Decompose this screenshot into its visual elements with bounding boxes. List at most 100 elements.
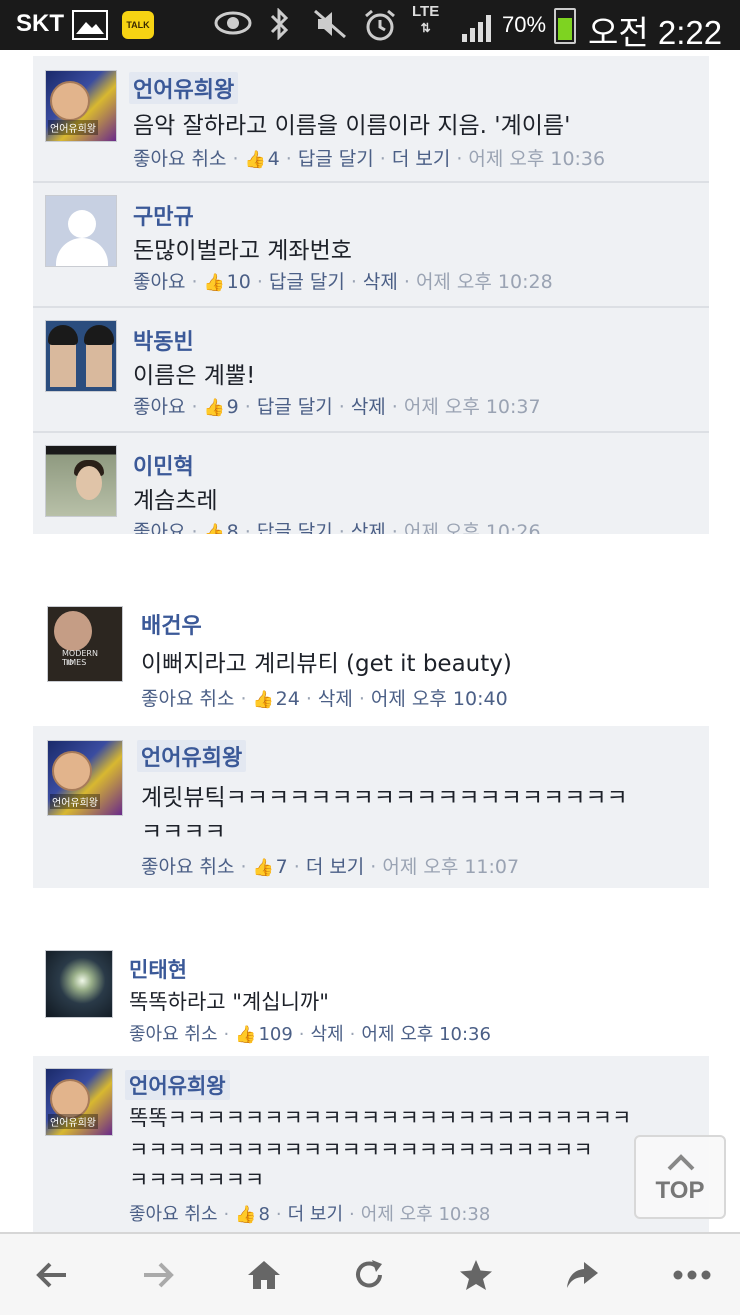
delete-link[interactable]: 삭제 <box>363 271 398 293</box>
network-type-label: LTE ⇅ <box>412 4 439 36</box>
like-link[interactable]: 좋아요 <box>133 396 185 418</box>
commenter-name[interactable]: 언어유희왕 <box>129 72 239 104</box>
carrier-label: SKT <box>16 10 64 37</box>
comment-item: 이민혁 계슴츠레 좋아요 · 👍 8 · 답글 달기 · 삭제 · 어제 오후 10:26 <box>33 433 709 534</box>
delete-link[interactable]: 삭제 <box>351 396 386 418</box>
comment-text-line-3: ㅋㅋㅋㅋㅋㅋㅋ <box>129 1168 265 1192</box>
comment-time: 어제 오후 10:28 <box>415 271 553 293</box>
like-count[interactable]: 24 <box>276 688 300 710</box>
comment-meta: 좋아요 취소 · 👍 7 · 더 보기 · 어제 오후 11:07 <box>141 856 520 878</box>
comment-meta: 좋아요 · 👍 10 · 답글 달기 · 삭제 · 어제 오후 10:28 <box>133 271 553 293</box>
data-arrows-icon: ⇅ <box>420 21 431 35</box>
unlike-link[interactable]: 좋아요 취소 <box>141 688 234 710</box>
comment-meta: 좋아요 · 👍 8 · 답글 달기 · 삭제 · 어제 오후 10:26 <box>133 517 541 534</box>
comment-item: 구만규 돈많이벌라고 계좌번호 좋아요 · 👍 10 · 답글 달기 · 삭제 · 어제 오후 1… <box>33 183 709 308</box>
more-link[interactable]: 더 보기 <box>306 856 364 878</box>
comment-text-line-1: 똑똑ㅋㅋㅋㅋㅋㅋㅋㅋㅋㅋㅋㅋㅋㅋㅋㅋㅋㅋㅋㅋㅋㅋㅋㅋ <box>129 1106 632 1130</box>
comment-text: 돈많이벌라고 계좌번호 <box>133 238 352 264</box>
like-count[interactable]: 9 <box>227 396 239 418</box>
avatar[interactable] <box>45 950 113 1018</box>
delete-link[interactable]: 삭제 <box>318 688 353 710</box>
bookmark-button[interactable] <box>446 1252 506 1298</box>
commenter-name[interactable]: 구만규 <box>133 199 194 231</box>
star-icon <box>460 1260 492 1290</box>
like-count[interactable]: 8 <box>258 1204 269 1225</box>
thumbs-up-icon: 👍 <box>244 150 266 170</box>
more-button[interactable] <box>658 1252 718 1298</box>
comment-time: 어제 오후 10:37 <box>403 396 541 418</box>
battery-percent: 70% <box>502 12 547 37</box>
commenter-name[interactable]: 민태현 <box>129 954 187 984</box>
home-button[interactable] <box>234 1252 294 1298</box>
comment-text-line-1: 계릿뷰틱ㅋㅋㅋㅋㅋㅋㅋㅋㅋㅋㅋㅋㅋㅋㅋㅋㅋㅋㅋ <box>141 785 628 811</box>
commenter-name[interactable]: 이민혁 <box>133 449 194 481</box>
comment-text-line-2: ㅋㅋㅋㅋㅋㅋㅋㅋㅋㅋㅋㅋㅋㅋㅋㅋㅋㅋㅋㅋㅋㅋㅋㅋ <box>129 1138 593 1162</box>
comment-thread-2: MODERN TIMES IU 배건우 이뻐지라고 계리뷰티 (get it b… <box>33 592 709 724</box>
back-arrow-icon <box>36 1262 66 1288</box>
comment-item: 민태현 똑똑하라고 "계십니까" 좋아요 취소 · 👍 109 · 삭제 · 어제 오후 10… <box>33 940 709 1054</box>
reply-link[interactable]: 답글 달기 <box>257 521 333 534</box>
avatar[interactable]: 언어유희왕 <box>47 740 123 816</box>
thumbs-up-icon: 👍 <box>235 1205 257 1225</box>
comment-meta: 좋아요 취소 · 👍 8 · 더 보기 · 어제 오후 10:38 <box>129 1204 491 1225</box>
comment-text: 이뻐지라고 계리뷰티 (get it beauty) <box>141 651 512 677</box>
commenter-name[interactable]: 언어유희왕 <box>125 1070 230 1100</box>
unlike-link[interactable]: 좋아요 취소 <box>129 1024 218 1045</box>
comment-time: 어제 오후 10:26 <box>403 521 541 534</box>
signal-icon <box>460 12 496 42</box>
comment-time: 어제 오후 10:36 <box>468 148 606 170</box>
like-count[interactable]: 8 <box>227 521 239 534</box>
forward-button[interactable] <box>128 1252 188 1298</box>
gallery-icon <box>72 10 108 40</box>
avatar[interactable] <box>45 320 117 392</box>
unlike-link[interactable]: 좋아요 취소 <box>129 1204 218 1225</box>
like-link[interactable]: 좋아요 <box>133 271 185 293</box>
avatar[interactable]: 언어유희왕 <box>45 1068 113 1136</box>
comment-item: MODERN TIMES IU 배건우 이뻐지라고 계리뷰티 (get it b… <box>33 592 709 724</box>
commenter-name[interactable]: 언어유희왕 <box>137 740 247 772</box>
share-icon <box>567 1262 598 1288</box>
avatar[interactable] <box>45 195 117 267</box>
comment-time: 어제 오후 11:07 <box>382 856 520 878</box>
avatar[interactable]: 언어유희왕 <box>45 70 117 142</box>
more-link[interactable]: 더 보기 <box>288 1204 343 1225</box>
unlike-link[interactable]: 좋아요 취소 <box>133 148 226 170</box>
comment-text: 계슴츠레 <box>133 488 218 514</box>
like-count[interactable]: 4 <box>268 148 280 170</box>
more-link[interactable]: 더 보기 <box>392 148 450 170</box>
comment-meta: 좋아요 취소 · 👍 4 · 답글 달기 · 더 보기 · 어제 오후 10:36 <box>133 148 606 170</box>
scroll-to-top-button[interactable]: TOP <box>634 1135 726 1219</box>
commenter-name[interactable]: 배건우 <box>141 608 202 640</box>
kakaotalk-icon: TALK <box>122 11 154 39</box>
network-type-text: LTE <box>412 3 440 20</box>
like-count[interactable]: 109 <box>258 1024 292 1045</box>
comment-time: 어제 오후 10:38 <box>360 1204 491 1225</box>
comment-item: 언어유희왕 언어유희왕 똑똑ㅋㅋㅋㅋㅋㅋㅋㅋㅋㅋㅋㅋㅋㅋㅋㅋㅋㅋㅋㅋㅋㅋㅋㅋ ㅋ… <box>33 1056 709 1232</box>
like-count[interactable]: 10 <box>227 271 251 293</box>
reply-block-1: 언어유희왕 언어유희왕 계릿뷰틱ㅋㅋㅋㅋㅋㅋㅋㅋㅋㅋㅋㅋㅋㅋㅋㅋㅋㅋㅋ ㅋㅋㅋㅋ… <box>33 726 709 888</box>
comment-item: 언어유희왕 언어유희왕 계릿뷰틱ㅋㅋㅋㅋㅋㅋㅋㅋㅋㅋㅋㅋㅋㅋㅋㅋㅋㅋㅋ ㅋㅋㅋㅋ… <box>33 726 709 888</box>
delete-link[interactable]: 삭제 <box>311 1024 344 1045</box>
commenter-name[interactable]: 박동빈 <box>133 324 194 356</box>
like-count[interactable]: 7 <box>276 856 288 878</box>
avatar[interactable]: MODERN TIMES IU <box>47 606 123 682</box>
browser-toolbar <box>0 1232 740 1315</box>
share-button[interactable] <box>552 1252 612 1298</box>
more-icon <box>673 1270 711 1280</box>
refresh-button[interactable] <box>340 1252 400 1298</box>
reply-link[interactable]: 답글 달기 <box>257 396 333 418</box>
reply-link[interactable]: 답글 달기 <box>298 148 374 170</box>
unlike-link[interactable]: 좋아요 취소 <box>141 856 234 878</box>
thumbs-up-icon: 👍 <box>203 523 225 534</box>
screen: SKT TALK LTE ⇅ 70% 오전 2:22 언어유희왕 언어유희왕 음… <box>0 0 740 1315</box>
clock: 오전 2:22 <box>588 14 723 51</box>
reply-link[interactable]: 답글 달기 <box>269 271 345 293</box>
scroll-to-top-label: TOP <box>655 1177 705 1204</box>
avatar[interactable] <box>45 445 117 517</box>
delete-link[interactable]: 삭제 <box>351 521 386 534</box>
back-button[interactable] <box>22 1252 82 1298</box>
comment-time: 어제 오후 10:36 <box>361 1024 491 1045</box>
bluetooth-icon <box>268 7 290 49</box>
chevron-up-icon <box>667 1154 695 1171</box>
like-link[interactable]: 좋아요 <box>133 521 185 534</box>
